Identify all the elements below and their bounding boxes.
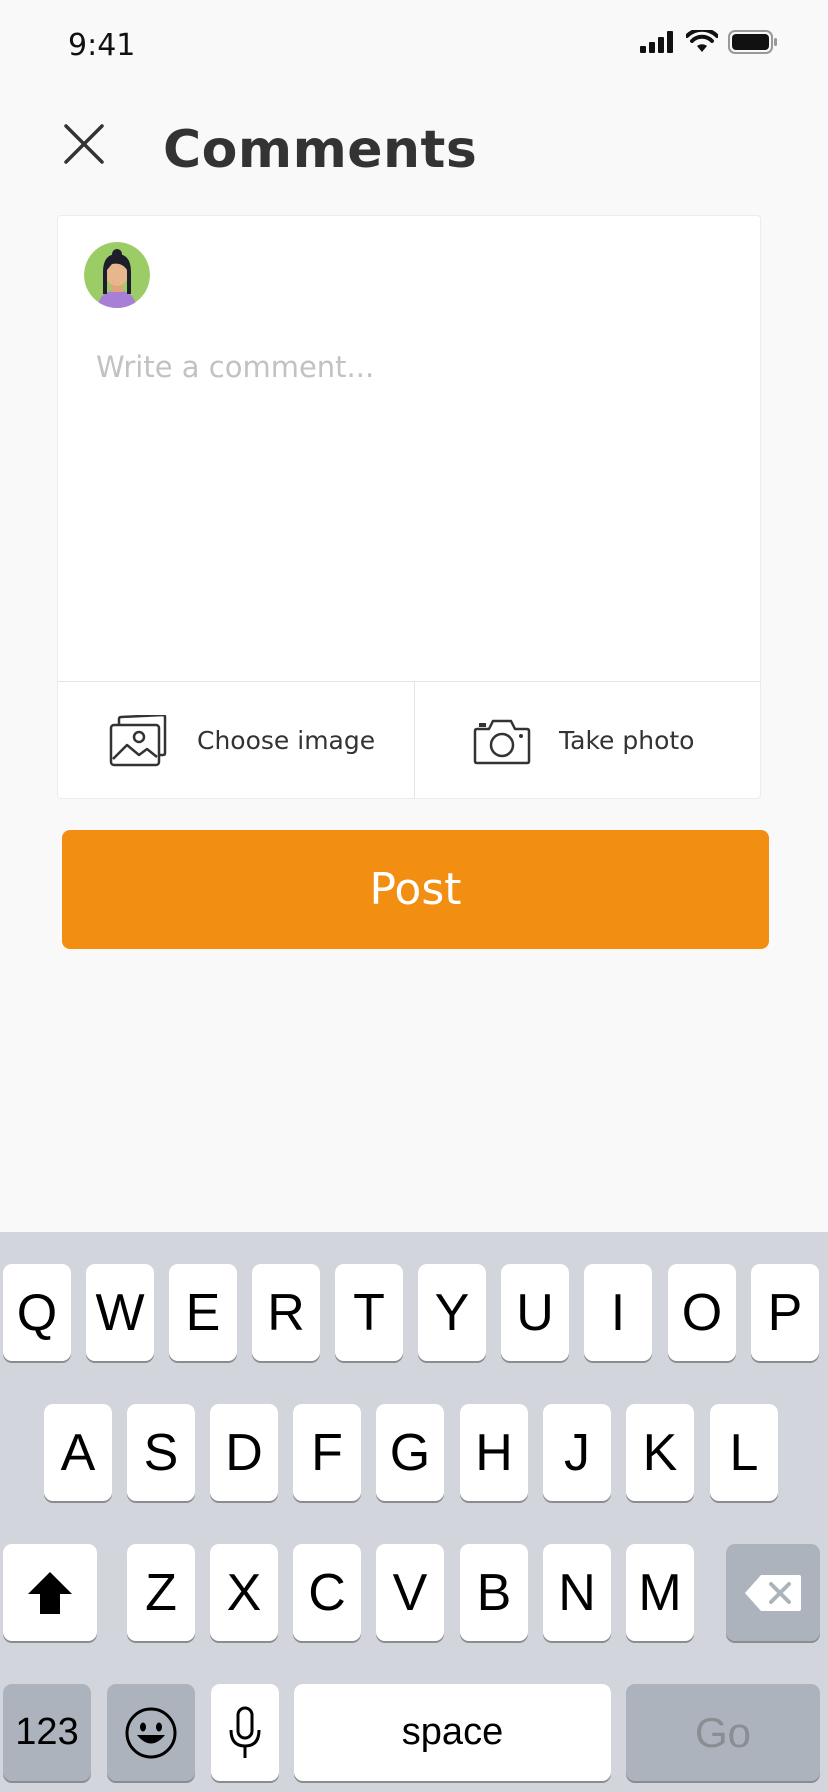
user-avatar-icon [84, 242, 150, 308]
space-key[interactable]: space [294, 1684, 611, 1781]
go-key[interactable]: Go [626, 1684, 820, 1781]
key-q[interactable]: Q [3, 1264, 71, 1361]
backspace-icon [745, 1574, 801, 1611]
key-j[interactable]: J [543, 1404, 611, 1501]
microphone-icon [229, 1706, 261, 1758]
key-n[interactable]: N [543, 1544, 611, 1641]
key-a[interactable]: A [44, 1404, 112, 1501]
key-x[interactable]: X [210, 1544, 278, 1641]
shift-icon [28, 1571, 72, 1614]
key-v[interactable]: V [376, 1544, 444, 1641]
close-icon [64, 124, 104, 164]
key-k[interactable]: K [626, 1404, 694, 1501]
key-w[interactable]: W [86, 1264, 154, 1361]
comment-input[interactable] [96, 350, 736, 650]
battery-icon [728, 30, 777, 54]
backspace-key[interactable] [726, 1544, 820, 1641]
key-h[interactable]: H [460, 1404, 528, 1501]
key-d[interactable]: D [210, 1404, 278, 1501]
key-c[interactable]: C [293, 1544, 361, 1641]
take-photo-label: Take photo [559, 726, 695, 755]
key-e[interactable]: E [169, 1264, 237, 1361]
key-g[interactable]: G [376, 1404, 444, 1501]
key-b[interactable]: B [460, 1544, 528, 1641]
key-y[interactable]: Y [418, 1264, 486, 1361]
key-m[interactable]: M [626, 1544, 694, 1641]
status-icons [640, 30, 778, 54]
choose-image-label: Choose image [197, 726, 376, 755]
close-button[interactable] [62, 122, 106, 166]
emoji-icon [125, 1707, 177, 1758]
onscreen-keyboard: Q W E R T Y U I O P A S D F G H J K L Z … [0, 1232, 828, 1792]
emoji-key[interactable] [107, 1684, 195, 1781]
dictation-key[interactable] [211, 1684, 279, 1781]
choose-image-button[interactable]: Choose image [57, 682, 414, 799]
key-i[interactable]: I [584, 1264, 652, 1361]
avatar [84, 242, 150, 308]
status-time: 9:41 [68, 28, 136, 63]
page-title: Comments [163, 120, 478, 180]
wifi-icon [686, 30, 718, 52]
image-gallery-icon [109, 714, 167, 766]
take-photo-button[interactable]: Take photo [415, 682, 761, 799]
key-u[interactable]: U [501, 1264, 569, 1361]
cellular-signal-icon [640, 31, 673, 53]
key-r[interactable]: R [252, 1264, 320, 1361]
key-s[interactable]: S [127, 1404, 195, 1501]
key-l[interactable]: L [710, 1404, 778, 1501]
key-t[interactable]: T [335, 1264, 403, 1361]
post-button[interactable]: Post [62, 830, 769, 949]
key-o[interactable]: O [668, 1264, 736, 1361]
key-p[interactable]: P [751, 1264, 819, 1361]
camera-icon [473, 719, 531, 764]
key-z[interactable]: Z [127, 1544, 195, 1641]
numbers-key[interactable]: 123 [3, 1684, 91, 1781]
key-f[interactable]: F [293, 1404, 361, 1501]
shift-key[interactable] [3, 1544, 97, 1641]
